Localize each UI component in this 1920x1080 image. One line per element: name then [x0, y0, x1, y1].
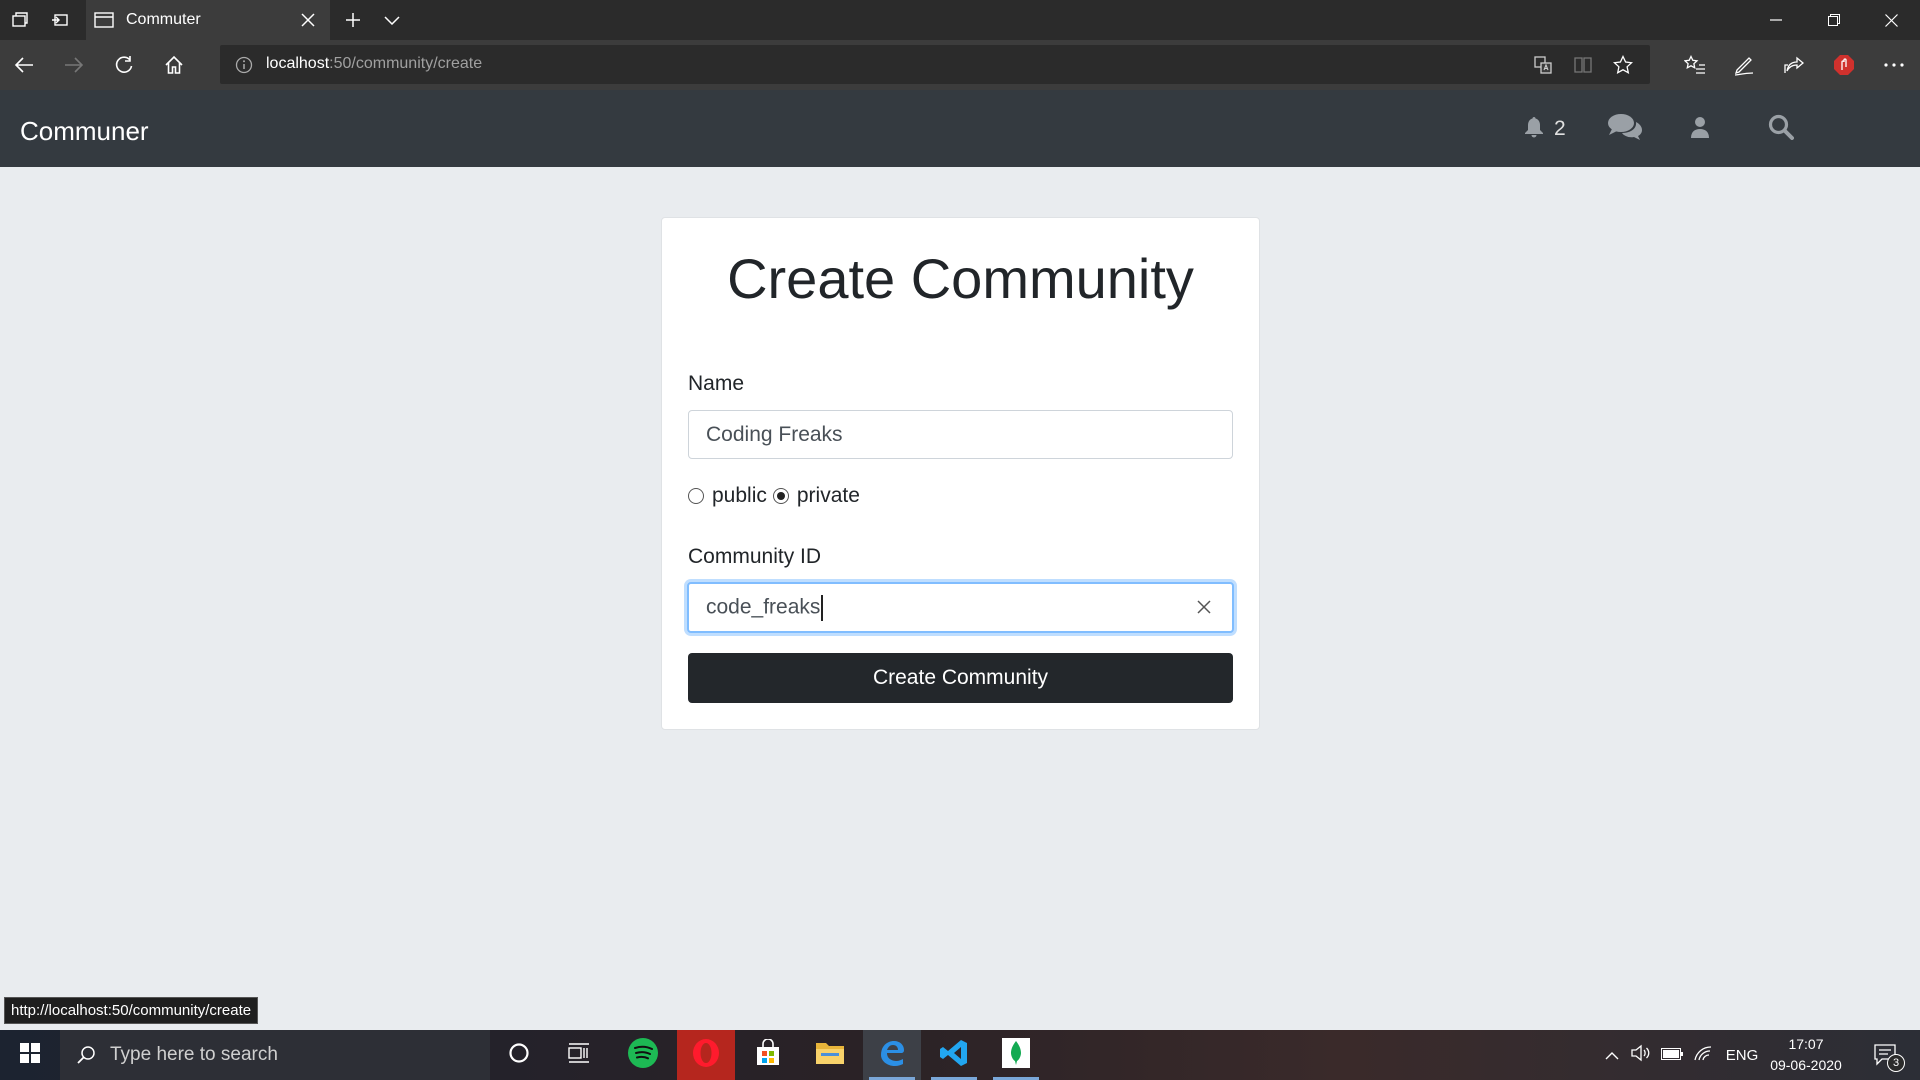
translate-icon[interactable] — [1532, 54, 1554, 76]
task-view-icon — [568, 1042, 590, 1068]
task-view-button[interactable] — [550, 1030, 608, 1080]
tab-title: Commuter — [126, 11, 201, 28]
info-icon[interactable] — [234, 55, 254, 75]
wifi-icon — [1693, 1045, 1713, 1065]
windows-logo-icon — [20, 1042, 40, 1068]
notifications-link[interactable]: 2 — [1524, 114, 1566, 144]
home-button[interactable] — [154, 45, 194, 85]
address-bar[interactable]: localhost:50/community/create — [220, 45, 1650, 84]
taskbar-vscode[interactable] — [925, 1030, 983, 1080]
text-caret — [821, 595, 823, 621]
tab-preview-icon[interactable] — [0, 0, 40, 40]
web-notes-pen-icon[interactable] — [1724, 45, 1764, 85]
action-center-icon: 3 — [1874, 1044, 1905, 1072]
opera-icon — [690, 1037, 722, 1074]
page-icon — [94, 10, 114, 30]
favorites-list-icon[interactable] — [1675, 45, 1715, 85]
folder-icon — [815, 1040, 845, 1071]
name-input-value: Coding Freaks — [706, 423, 843, 446]
favorite-star-icon[interactable] — [1612, 54, 1634, 76]
input-language-indicator[interactable]: ENG — [1722, 1030, 1762, 1080]
private-radio[interactable] — [772, 488, 789, 504]
browser-titlebar: Commuter — [0, 0, 1920, 40]
notification-count: 2 — [1554, 117, 1566, 140]
url-text: localhost:50/community/create — [266, 55, 482, 73]
close-window-button[interactable] — [1862, 0, 1920, 40]
adblock-extension-icon[interactable] — [1824, 45, 1864, 85]
community-id-input[interactable]: code_freaks — [687, 582, 1234, 633]
browser-toolbar: localhost:50/community/create — [0, 40, 1920, 90]
taskbar-file-explorer[interactable] — [801, 1030, 859, 1080]
community-id-label: Community ID — [688, 545, 822, 568]
edge-icon — [877, 1038, 907, 1073]
name-label: Name — [688, 372, 745, 395]
speaker-icon — [1631, 1044, 1651, 1066]
show-hidden-icons-button[interactable] — [1600, 1030, 1624, 1080]
restore-button[interactable] — [1805, 0, 1863, 40]
network-button[interactable] — [1689, 1030, 1717, 1080]
app-navbar: Communer 2 — [0, 90, 1920, 167]
browser-tab[interactable]: Commuter — [86, 0, 330, 40]
back-button[interactable] — [4, 45, 44, 85]
share-icon[interactable] — [1774, 45, 1814, 85]
taskbar-search-box[interactable]: Type here to search — [60, 1030, 490, 1080]
visibility-radio-group: public private — [688, 484, 866, 508]
taskbar-clock[interactable]: 17:07 09-06-2020 — [1766, 1034, 1846, 1076]
volume-button[interactable] — [1627, 1030, 1655, 1080]
cortana-button[interactable] — [490, 1030, 548, 1080]
more-options-icon[interactable] — [1874, 45, 1914, 85]
profile-link[interactable] — [1691, 114, 1709, 144]
vscode-icon — [939, 1038, 969, 1073]
taskbar-search-placeholder: Type here to search — [110, 1044, 278, 1065]
brand-logo-text[interactable]: Communer — [20, 116, 149, 147]
public-radio-label[interactable]: public — [712, 484, 767, 508]
chat-bubbles-icon — [1607, 113, 1643, 146]
spotify-icon — [627, 1037, 659, 1074]
close-tab-icon[interactable] — [298, 10, 318, 30]
taskbar-mongodb-compass[interactable] — [987, 1030, 1045, 1080]
chevron-up-icon — [1605, 1047, 1619, 1064]
search-icon — [1768, 114, 1794, 145]
page-title: Create Community — [727, 247, 1194, 310]
store-bag-icon — [754, 1037, 782, 1072]
tab-list-chevron-icon[interactable] — [372, 0, 412, 40]
search-link[interactable] — [1768, 114, 1794, 144]
taskbar-edge[interactable] — [863, 1030, 921, 1080]
clock-date: 09-06-2020 — [1770, 1057, 1842, 1073]
status-link-preview: http://localhost:50/community/create — [4, 997, 259, 1024]
refresh-button[interactable] — [104, 45, 144, 85]
user-icon — [1691, 116, 1709, 143]
create-community-card: Create Community Name Coding Freaks publ… — [661, 217, 1260, 730]
private-radio-label[interactable]: private — [797, 484, 860, 508]
reading-view-icon[interactable] — [1572, 54, 1594, 76]
messages-link[interactable] — [1607, 113, 1643, 146]
search-icon — [76, 1045, 96, 1065]
create-community-button[interactable]: Create Community — [688, 653, 1233, 703]
battery-button[interactable] — [1658, 1030, 1686, 1080]
url-host: localhost — [266, 55, 330, 72]
minimize-button[interactable] — [1747, 0, 1805, 40]
cortana-circle-icon — [508, 1042, 530, 1069]
set-tabs-aside-icon[interactable] — [40, 0, 80, 40]
action-center-button[interactable]: 3 — [1862, 1030, 1910, 1080]
taskbar-opera[interactable] — [677, 1030, 735, 1080]
new-tab-icon[interactable] — [333, 0, 373, 40]
start-button[interactable] — [0, 1030, 60, 1080]
notification-badge: 3 — [1887, 1054, 1905, 1072]
forward-button[interactable] — [54, 45, 94, 85]
public-radio[interactable] — [688, 488, 704, 504]
url-path: :50/community/create — [329, 55, 483, 72]
mongodb-leaf-icon — [1002, 1037, 1030, 1073]
clear-input-icon[interactable] — [1194, 597, 1214, 617]
taskbar-spotify[interactable] — [614, 1030, 672, 1080]
name-input[interactable]: Coding Freaks — [688, 410, 1233, 459]
bell-icon — [1524, 116, 1544, 143]
community-id-input-value: code_freaks — [706, 595, 823, 621]
taskbar-store[interactable] — [739, 1030, 797, 1080]
battery-icon — [1661, 1047, 1683, 1064]
community-id-text: code_freaks — [706, 595, 821, 619]
clock-time: 17:07 — [1788, 1036, 1824, 1052]
windows-taskbar: Type here to search ENG 17:07 09-06-2020… — [0, 1030, 1920, 1080]
